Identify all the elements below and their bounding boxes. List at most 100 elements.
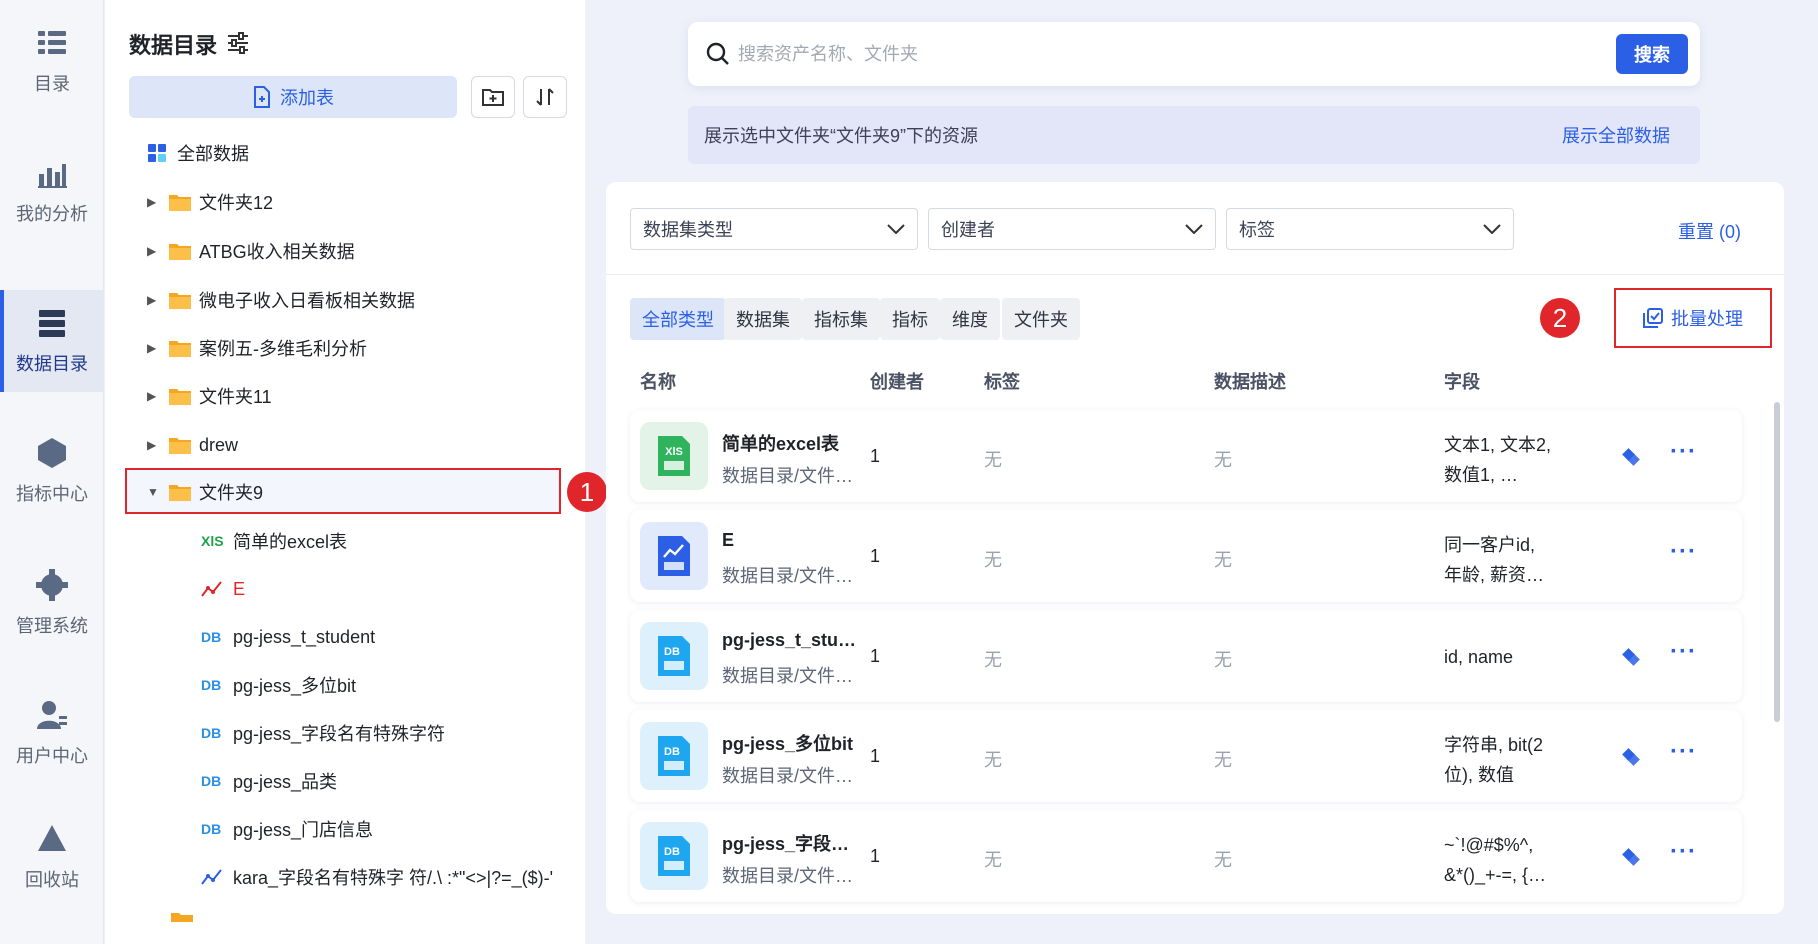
tree-folder[interactable]: ▶ 案例五-多维毛利分析 <box>105 326 585 370</box>
type-tab-dimension[interactable]: 维度 <box>940 298 1000 340</box>
recycle-icon <box>38 825 66 851</box>
caret-right-icon[interactable]: ▶ <box>147 389 159 403</box>
step-badge-2: 2 <box>1540 298 1580 338</box>
more-options-icon[interactable]: ··· <box>1670 638 1697 666</box>
metric-center-icon <box>38 438 66 468</box>
batch-process-label: 批量处理 <box>1671 309 1743 329</box>
table-row[interactable]: E 数据目录/文件… 1 无 无 同一客户id, 年龄, 薪资… ··· <box>630 510 1742 602</box>
table-row[interactable]: DB pg-jess_多位bit 数据目录/文件… 1 无 无 字符串, bit… <box>630 710 1742 802</box>
tag-select[interactable]: 标签 <box>1226 208 1514 250</box>
row-tag: 无 <box>984 850 1002 870</box>
tree-leaf[interactable]: DB pg-jess_门店信息 <box>105 807 585 851</box>
search-input[interactable] <box>738 38 1438 70</box>
table-row[interactable]: XlS 简单的excel表 数据目录/文件… 1 无 无 文本1, 文本2, 数… <box>630 410 1742 502</box>
link-icon[interactable] <box>1620 646 1642 668</box>
caret-down-icon[interactable]: ▼ <box>147 485 159 499</box>
filter-settings-icon[interactable] <box>225 30 251 56</box>
batch-process-button[interactable]: 批量处理 <box>1614 288 1772 348</box>
folder-icon <box>169 194 191 211</box>
type-tab-all[interactable]: 全部类型 <box>630 298 726 340</box>
tree-folder[interactable]: ▶ ATBG收入相关数据 <box>105 229 585 273</box>
nav-item-metric-center[interactable]: 指标中心 <box>0 420 104 522</box>
catalog-icon <box>38 31 66 54</box>
row-path: 数据目录/文件… <box>722 466 854 486</box>
caret-right-icon[interactable]: ▶ <box>147 438 159 452</box>
tree-folder[interactable]: ▶ drew <box>105 423 585 467</box>
catalog-tree-panel: 数据目录 添加表 全部数据 ▶ 文件夹12 ▶ ATBG收入相关数据 ▶ 微电子… <box>105 0 607 944</box>
sort-button[interactable] <box>523 76 567 118</box>
add-table-button[interactable]: 添加表 <box>129 76 457 118</box>
type-tab-metric-set[interactable]: 指标集 <box>802 298 880 340</box>
tree-leaf[interactable]: DB pg-jess_多位bit <box>105 663 585 707</box>
settings-gear-icon <box>36 569 68 601</box>
reset-filters-link[interactable]: 重置 (0) <box>1678 218 1741 244</box>
select-value: 创建者 <box>941 220 995 240</box>
tree-leaf[interactable]: XlS 简单的excel表 <box>105 519 585 563</box>
row-path: 数据目录/文件… <box>722 666 854 686</box>
caret-right-icon[interactable]: ▶ <box>147 195 159 209</box>
link-icon[interactable] <box>1620 446 1642 468</box>
search-button[interactable]: 搜索 <box>1616 34 1688 74</box>
nav-item-data-catalog[interactable]: 数据目录 <box>0 290 104 392</box>
row-path: 数据目录/文件… <box>722 866 854 886</box>
caret-right-icon[interactable]: ▶ <box>147 341 159 355</box>
tree-item-all-data[interactable]: 全部数据 <box>105 131 585 175</box>
tree-leaf[interactable]: DB pg-jess_品类 <box>105 759 585 803</box>
line-chart-icon <box>201 869 222 885</box>
more-options-icon[interactable]: ··· <box>1670 438 1697 466</box>
chevron-down-icon <box>1185 224 1203 234</box>
excel-file-icon: XlS <box>640 422 708 490</box>
column-header-tag: 标签 <box>984 372 1020 392</box>
new-folder-button[interactable] <box>471 76 515 118</box>
folder-icon <box>169 292 191 309</box>
type-tab-dataset[interactable]: 数据集 <box>724 298 802 340</box>
table-row[interactable]: DB pg-jess_字段… 数据目录/文件… 1 无 无 ~`!@#$%^, … <box>630 810 1742 902</box>
row-tag: 无 <box>984 650 1002 670</box>
type-tab-folder[interactable]: 文件夹 <box>1002 298 1080 340</box>
nav-rail: 目录 我的分析 数据目录 指标中心 管理系统 用户中心 回收站 <box>0 0 104 944</box>
tree-folder[interactable]: ▶ 文件夹12 <box>105 180 585 224</box>
nav-label: 数据目录 <box>16 354 88 374</box>
more-options-icon[interactable]: ··· <box>1670 738 1697 766</box>
nav-item-user-center[interactable]: 用户中心 <box>0 682 104 784</box>
caret-right-icon[interactable]: ▶ <box>147 293 159 307</box>
nav-item-my-analysis[interactable]: 我的分析 <box>0 140 104 242</box>
database-icon: DB <box>201 677 222 693</box>
folder-icon <box>169 437 191 454</box>
row-name: pg-jess_字段… <box>722 834 850 854</box>
database-icon: DB <box>201 725 222 741</box>
dataset-type-select[interactable]: 数据集类型 <box>630 208 918 250</box>
tree-folder[interactable]: ▶ 微电子收入日看板相关数据 <box>105 278 585 322</box>
tree-folder-label: drew <box>199 434 239 455</box>
tree-folder[interactable]: ▶ 文件夹11 <box>105 374 585 418</box>
tree-leaf[interactable]: DB pg-jess_字段名有特殊字符 <box>105 711 585 755</box>
creator-select[interactable]: 创建者 <box>928 208 1216 250</box>
nav-item-admin[interactable]: 管理系统 <box>0 552 104 654</box>
tree-leaf[interactable]: E <box>105 567 585 611</box>
database-icon: DB <box>201 629 222 645</box>
tree-leaf-label: pg-jess_多位bit <box>233 676 357 696</box>
nav-label: 回收站 <box>25 870 79 890</box>
add-file-icon <box>254 86 270 108</box>
show-all-data-link[interactable]: 展示全部数据 <box>1562 122 1670 148</box>
nav-label: 指标中心 <box>16 484 88 504</box>
column-header-description: 数据描述 <box>1214 372 1286 392</box>
tree-leaf[interactable]: DB pg-jess_t_student <box>105 615 585 659</box>
type-tab-metric[interactable]: 指标 <box>880 298 940 340</box>
tree-leaf[interactable]: kara_字段名有特殊字 符/.\ :*"<>|?=_($)-' <box>105 855 585 899</box>
grid-icon <box>148 144 166 162</box>
tree-folder-selected[interactable]: ▼ 文件夹9 <box>105 470 585 514</box>
nav-item-catalog[interactable]: 目录 <box>0 10 104 112</box>
excel-file-icon: XlS <box>201 533 224 549</box>
new-folder-icon <box>482 89 504 106</box>
more-options-icon[interactable]: ··· <box>1670 538 1697 566</box>
row-path: 数据目录/文件… <box>722 566 854 586</box>
scrollbar[interactable] <box>1774 402 1780 722</box>
link-icon[interactable] <box>1620 846 1642 868</box>
caret-right-icon[interactable]: ▶ <box>147 244 159 258</box>
row-description: 无 <box>1214 550 1232 570</box>
more-options-icon[interactable]: ··· <box>1670 838 1697 866</box>
nav-item-recycle-bin[interactable]: 回收站 <box>0 806 104 908</box>
table-row[interactable]: DB pg-jess_t_stu… 数据目录/文件… 1 无 无 id, nam… <box>630 610 1742 702</box>
link-icon[interactable] <box>1620 746 1642 768</box>
